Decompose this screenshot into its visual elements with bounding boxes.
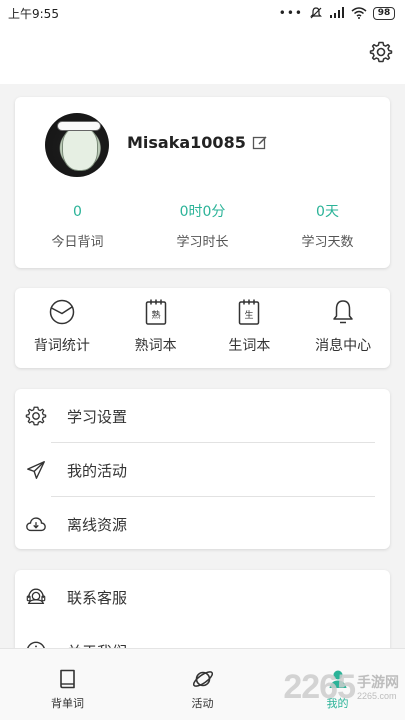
username: Misaka10085 xyxy=(127,133,246,152)
avatar-headband xyxy=(57,121,101,131)
watermark-cn: 手游网 xyxy=(357,673,399,690)
menu-item-my-activities[interactable]: 我的活动 xyxy=(15,443,390,497)
status-icons: ••• 98 xyxy=(279,6,395,20)
stat-label: 学习天数 xyxy=(301,235,354,250)
shortcut-label: 消息中心 xyxy=(315,338,372,354)
shortcut-new-words[interactable]: 生 生词本 xyxy=(203,288,297,368)
notebook-familiar-icon: 熟 xyxy=(145,299,166,325)
watermark-number: 2265 xyxy=(283,668,356,706)
menu-item-offline-resources[interactable]: 离线资源 xyxy=(15,497,390,551)
tab-label: 活动 xyxy=(191,697,214,710)
bell-icon xyxy=(333,300,353,324)
wifi-icon xyxy=(351,7,367,19)
menu-label: 离线资源 xyxy=(67,515,128,534)
stat-value: 0时0分 xyxy=(179,204,226,220)
gear-icon xyxy=(25,406,47,426)
stat-study-duration: 0时0分 学习时长 xyxy=(140,201,265,250)
headset-icon xyxy=(26,588,46,605)
shortcut-glyph: 熟 xyxy=(151,309,160,321)
paper-plane-icon xyxy=(27,461,45,479)
stats-row: 0 今日背词 0时0分 学习时长 0天 学习天数 xyxy=(15,201,390,250)
edit-icon[interactable] xyxy=(252,135,268,151)
stat-label: 学习时长 xyxy=(176,235,229,250)
stat-study-days: 0天 学习天数 xyxy=(265,201,390,250)
tab-memorize-words[interactable]: 背单词 xyxy=(0,649,135,720)
shortcut-glyph: 生 xyxy=(245,309,254,321)
menu-label: 联系客服 xyxy=(67,588,128,607)
menu-item-study-settings[interactable]: 学习设置 xyxy=(15,389,390,443)
avatar[interactable] xyxy=(45,113,109,177)
menu-card-primary: 学习设置 我的活动 离线资源 xyxy=(15,389,390,549)
watermark-url: 2265.com xyxy=(357,690,397,701)
more-dots-icon: ••• xyxy=(278,6,303,20)
pie-chart-icon xyxy=(49,299,75,325)
watermark-text: 手游网 2265.com xyxy=(357,675,399,701)
stat-label: 今日背词 xyxy=(51,235,104,250)
planet-icon xyxy=(192,671,213,687)
shortcut-familiar-words[interactable]: 熟 熟词本 xyxy=(109,288,203,368)
menu-item-customer-service[interactable]: 联系客服 xyxy=(15,570,390,624)
username-row: Misaka10085 xyxy=(127,133,268,152)
shortcut-label: 熟词本 xyxy=(134,338,177,354)
watermark-logo: 2265 手游网 2265.com xyxy=(283,668,399,707)
tab-label: 背单词 xyxy=(51,697,84,710)
stat-value: 0 xyxy=(73,204,82,220)
shortcut-label: 背词统计 xyxy=(33,338,90,354)
avatar-face xyxy=(62,127,98,171)
header xyxy=(0,26,405,84)
stat-value: 0天 xyxy=(316,204,339,220)
shortcuts-card: 背词统计 熟 熟词本 生 生词本 消息中心 xyxy=(15,288,390,368)
notebook-new-icon: 生 xyxy=(239,299,260,325)
signal-icon xyxy=(330,7,344,18)
cloud-download-icon xyxy=(26,517,46,532)
gear-icon[interactable] xyxy=(369,40,393,64)
tab-activities[interactable]: 活动 xyxy=(135,649,270,720)
mute-icon xyxy=(310,7,322,19)
book-icon xyxy=(59,669,75,689)
menu-label: 我的活动 xyxy=(67,461,128,480)
stat-today-words: 0 今日背词 xyxy=(15,201,140,250)
shortcut-label: 生词本 xyxy=(228,338,271,354)
status-bar: 上午9:55 ••• 98 xyxy=(0,0,405,26)
menu-label: 学习设置 xyxy=(67,407,128,426)
shortcut-message-center[interactable]: 消息中心 xyxy=(296,288,390,368)
profile-card: Misaka10085 0 今日背词 0时0分 学习时长 0天 学习天数 xyxy=(15,97,390,268)
status-time: 上午9:55 xyxy=(8,6,59,21)
shortcut-word-stats[interactable]: 背词统计 xyxy=(15,288,109,368)
battery-icon: 98 xyxy=(373,6,395,20)
